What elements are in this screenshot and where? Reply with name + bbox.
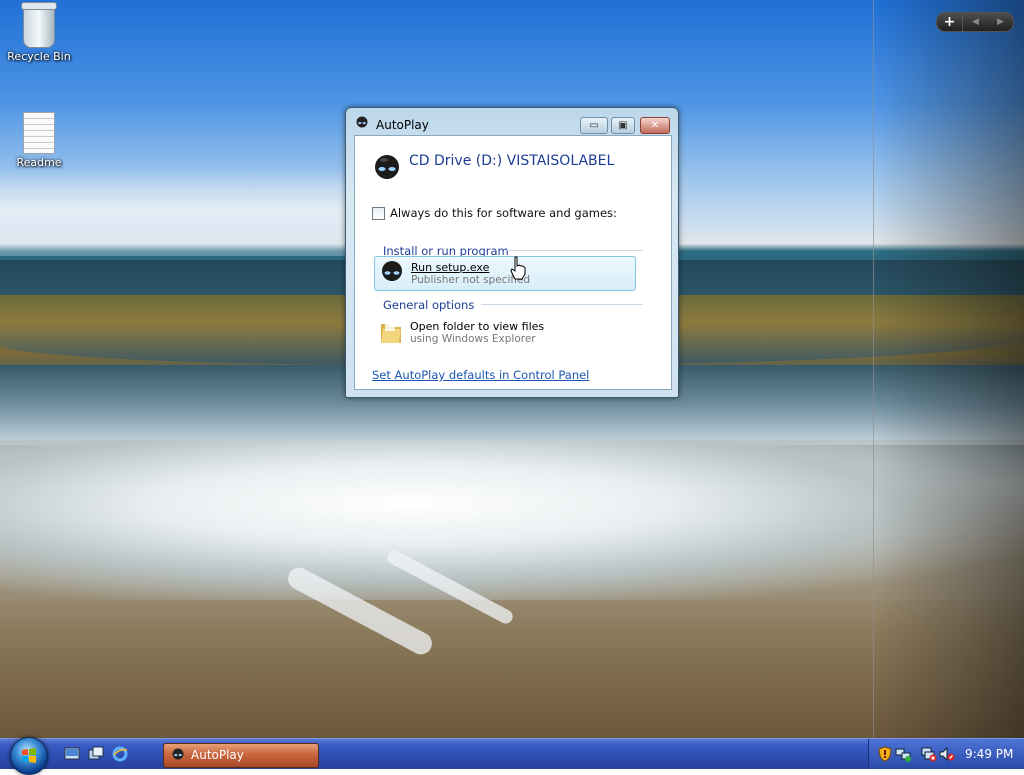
internet-explorer-icon[interactable]	[112, 746, 128, 762]
drive-title: CD Drive (D:) VISTAISOLABEL	[409, 153, 615, 169]
option-title: Run setup.exe	[411, 261, 490, 274]
hand-cursor-icon	[510, 256, 526, 280]
taskbar: AutoPlay 9:49 PM	[0, 737, 1024, 775]
switch-windows-icon[interactable]	[88, 746, 104, 762]
option-subtitle: using Windows Explorer	[410, 333, 536, 345]
system-tray: 9:49 PM	[868, 739, 1024, 769]
recycle-bin-icon	[21, 2, 57, 48]
minimize-icon: ▭	[589, 120, 599, 131]
alien-head-icon	[356, 116, 368, 128]
start-button[interactable]	[10, 737, 48, 775]
clock[interactable]: 9:49 PM	[965, 747, 1013, 761]
sidebar-controls: + ◀ ▶	[936, 12, 1014, 32]
section-divider	[505, 250, 643, 251]
desktop-icon-readme[interactable]: Readme	[3, 108, 75, 169]
windows-logo-icon	[22, 748, 36, 763]
control-panel-link[interactable]: Set AutoPlay defaults in Control Panel	[372, 368, 589, 382]
network-icon[interactable]	[895, 746, 911, 762]
sidebar-panel	[873, 0, 1024, 738]
security-shield-icon[interactable]	[877, 746, 893, 762]
text-document-icon	[23, 112, 55, 154]
next-gadgets-button[interactable]: ▶	[988, 13, 1013, 31]
autoplay-window: AutoPlay ▭ ▣ ✕ CD Drive (D:) VISTAISOLAB…	[345, 107, 679, 398]
checkbox-box[interactable]	[372, 206, 385, 220]
window-titlebar[interactable]: AutoPlay ▭ ▣ ✕	[346, 108, 678, 136]
show-desktop-icon[interactable]	[64, 746, 80, 762]
desktop-icon-label: Recycle Bin	[7, 50, 71, 63]
taskbar-button-autoplay[interactable]: AutoPlay	[163, 743, 319, 768]
folder-icon	[381, 322, 401, 343]
close-button[interactable]: ✕	[640, 117, 670, 134]
minimize-button[interactable]: ▭	[580, 117, 608, 134]
volume-muted-icon[interactable]	[939, 746, 955, 762]
desktop-icon-recycle-bin[interactable]: Recycle Bin	[3, 2, 75, 63]
network-error-icon[interactable]	[921, 746, 937, 762]
maximize-button[interactable]: ▣	[611, 117, 635, 134]
alien-head-icon	[375, 155, 399, 179]
option-open-folder[interactable]: Open folder to view files using Windows …	[374, 316, 634, 349]
close-icon: ✕	[650, 120, 660, 131]
option-run-setup[interactable]: Run setup.exe Publisher not specified	[374, 256, 636, 291]
option-title: Open folder to view files	[410, 320, 545, 333]
taskbar-button-label: AutoPlay	[191, 748, 244, 762]
checkbox-label: Always do this for software and games:	[390, 206, 617, 220]
wallpaper-foam	[0, 440, 1024, 600]
section-heading-general: General options	[383, 298, 475, 312]
window-title: AutoPlay	[376, 118, 429, 132]
section-divider	[481, 304, 643, 305]
desktop-icon-label: Readme	[16, 156, 62, 169]
alien-head-icon	[382, 261, 402, 281]
always-do-this-checkbox[interactable]: Always do this for software and games:	[372, 206, 617, 220]
previous-gadgets-button[interactable]: ◀	[963, 13, 988, 31]
maximize-icon: ▣	[618, 120, 628, 131]
alien-head-icon	[172, 748, 184, 760]
add-gadget-button[interactable]: +	[937, 13, 963, 31]
